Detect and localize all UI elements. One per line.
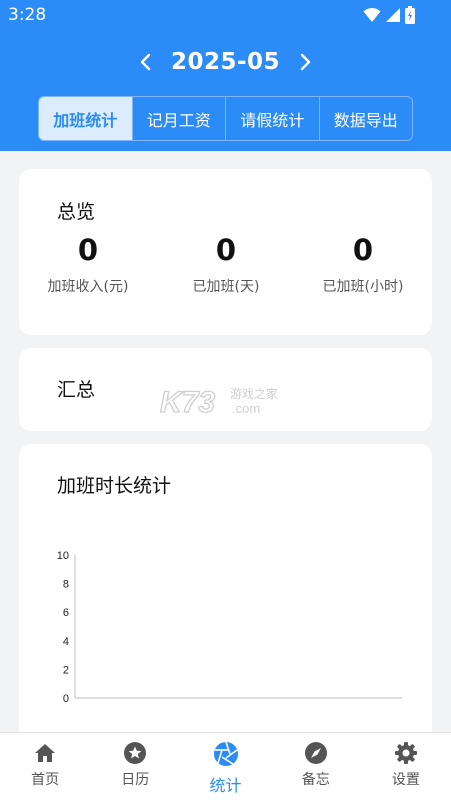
stat-label: 已加班(小时) [322, 279, 404, 295]
tab-leave-stats[interactable]: 请假统计 [225, 97, 319, 140]
stat-overtime-income: 0 加班收入(元) [18, 233, 158, 296]
watermark-brand: K73 [160, 386, 215, 418]
stat-overtime-days: 0 已加班(天) [156, 233, 296, 296]
stat-label: 加班收入(元) [47, 279, 129, 295]
star-icon [124, 742, 147, 764]
stat-value: 0 [215, 233, 237, 267]
month-switcher: 2025-05 [0, 44, 451, 80]
tab-bar: 加班统计 记月工资 请假统计 数据导出 [38, 96, 413, 141]
y-tick-label: 10 [57, 550, 69, 562]
y-tick-label: 8 [63, 579, 69, 591]
y-tick-label: 0 [63, 693, 69, 705]
nav-memo[interactable]: 备忘 [271, 733, 361, 802]
stat-value: 0 [352, 233, 374, 267]
nav-label: 首页 [31, 772, 60, 788]
chevron-right-icon[interactable] [294, 50, 318, 74]
battery-icon [405, 6, 415, 24]
nav-label: 备忘 [301, 772, 330, 788]
summary-title: 汇总 [57, 379, 96, 401]
nav-home[interactable]: 首页 [0, 733, 90, 802]
stat-value: 0 [77, 233, 99, 267]
home-icon [35, 744, 56, 762]
nav-settings[interactable]: 设置 [361, 733, 451, 802]
status-time: 3:28 [8, 5, 47, 25]
tab-monthly-salary[interactable]: 记月工资 [131, 97, 226, 140]
nav-label: 统计 [209, 776, 242, 795]
nav-calendar[interactable]: 日历 [90, 733, 180, 802]
tab-data-export[interactable]: 数据导出 [318, 97, 413, 140]
bottom-nav: 首页 日历 统计 备忘 设置 [0, 732, 451, 802]
y-tick-label: 2 [63, 664, 69, 676]
gear-icon [394, 742, 417, 764]
chevron-left-icon[interactable] [133, 50, 157, 74]
app-header: 3:28 2025-05 加班统计 记月工资 请假统计 数据导出 [0, 0, 451, 151]
nav-stats[interactable]: 统计 [180, 733, 270, 802]
month-title: 2025-05 [170, 49, 281, 75]
nav-label: 日历 [121, 772, 150, 788]
overview-card: 总览 0 加班收入(元) 0 已加班(天) 0 已加班(小时) [19, 169, 432, 335]
compass-icon [304, 742, 327, 764]
watermark-line2: .com [232, 401, 260, 416]
wifi-icon [363, 7, 381, 22]
y-tick-label: 4 [63, 636, 69, 648]
aperture-icon [213, 741, 238, 766]
site-watermark: K73 游戏之家 .com [159, 382, 295, 422]
watermark-line1: 游戏之家 [230, 386, 278, 401]
nav-label: 设置 [391, 772, 420, 788]
overtime-chart: 10 8 6 4 2 0 [57, 550, 402, 705]
signal-icon [386, 8, 400, 22]
chart-card: 加班时长统计 10 8 6 4 2 0 [19, 444, 432, 744]
overview-title: 总览 [57, 201, 96, 223]
y-tick-label: 6 [63, 607, 69, 619]
stat-label: 已加班(天) [192, 279, 260, 295]
stat-overtime-hours: 0 已加班(小时) [293, 233, 433, 296]
status-icons [363, 6, 415, 24]
tab-overtime-stats[interactable]: 加班统计 [39, 97, 132, 140]
